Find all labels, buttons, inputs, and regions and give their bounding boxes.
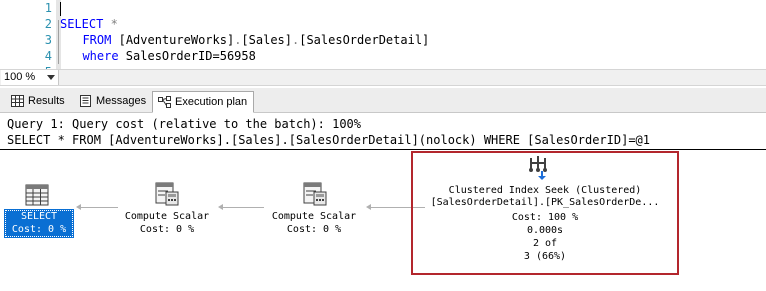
clustered-index-seek-icon — [529, 156, 547, 180]
seek-operator-object: [SalesOrderDetail].[PK_SalesOrderDe... — [430, 197, 660, 208]
code-line-2: SELECT * — [60, 16, 118, 32]
seek-operator-time: 0.000s — [526, 225, 564, 236]
keyword-where: where — [82, 49, 119, 63]
line-number: 4 — [44, 49, 52, 63]
arrow-head — [76, 204, 81, 210]
messages-icon — [80, 95, 91, 107]
compute-scalar-icon — [303, 182, 327, 206]
tab-messages-label: Messages — [96, 95, 147, 107]
code-schema: [Sales] — [241, 33, 292, 47]
select-operator-name: SELECT — [20, 211, 58, 222]
arrow-head — [218, 204, 223, 210]
line-number: 3 — [44, 33, 52, 47]
tab-messages[interactable]: Messages — [74, 91, 152, 112]
keyword-select: SELECT — [60, 17, 104, 31]
query-editor[interactable]: 1 2 3 4 5 SELECT * FROM [AdventureWorks]… — [0, 0, 766, 69]
results-tab-strip: Results Messages Execution plan — [0, 88, 766, 113]
code-star: * — [103, 17, 118, 31]
zoom-dropdown[interactable]: 100 % — [1, 70, 59, 85]
code-table: [SalesOrderDetail] — [299, 33, 430, 47]
compute-scalar-1-cost: Cost: 0 % — [139, 224, 195, 235]
line-number: 1 — [44, 1, 52, 15]
grid-icon — [11, 95, 24, 107]
code-condition: SalesOrderID=56958 — [118, 49, 256, 63]
tab-execution-plan[interactable]: Execution plan — [152, 91, 255, 113]
code-database: [AdventureWorks] — [118, 33, 235, 47]
plan-header: Query 1: Query cost (relative to the bat… — [0, 114, 766, 150]
execution-plan-icon — [158, 96, 171, 108]
seek-operator-rows-actual: 2 of — [532, 238, 558, 249]
code-line-4: where SalesOrderID=56958 — [68, 48, 256, 64]
select-operator-cost: Cost: 0 % — [11, 224, 67, 235]
seek-operator-rows-estimated: 3 (66%) — [523, 251, 567, 262]
arrow-head — [366, 204, 371, 210]
compute-scalar-1-name: Compute Scalar — [124, 211, 210, 222]
data-flow-arrow — [222, 207, 264, 208]
execution-plan-diagram: SELECT Cost: 0 % Compute Scalar Cost: 0 … — [0, 151, 766, 291]
outline-fold-line — [58, 20, 59, 64]
data-flow-arrow — [80, 207, 118, 208]
compute-scalar-2-name: Compute Scalar — [271, 211, 357, 222]
compute-scalar-icon — [155, 182, 179, 206]
compute-scalar-2-cost: Cost: 0 % — [286, 224, 342, 235]
seek-operator-cost: Cost: 100 % — [511, 212, 579, 223]
keyword-from: FROM — [82, 33, 112, 47]
tab-results[interactable]: Results — [6, 91, 71, 112]
zoom-value: 100 % — [4, 71, 36, 83]
query-text-line: SELECT * FROM [AdventureWorks].[Sales].[… — [7, 133, 650, 147]
seek-operator-name: Clustered Index Seek (Clustered) — [448, 185, 642, 196]
zoom-bar: 100 % — [0, 69, 766, 86]
line-number: 2 — [44, 17, 52, 31]
chevron-down-icon — [47, 75, 55, 80]
text-caret — [60, 2, 61, 16]
select-operator-icon — [25, 184, 49, 206]
code-line-3: FROM [AdventureWorks].[Sales].[SalesOrde… — [82, 33, 430, 47]
line-number-gutter: 1 2 3 4 5 — [0, 0, 56, 69]
tab-results-label: Results — [28, 95, 65, 107]
tab-execution-plan-label: Execution plan — [175, 96, 248, 108]
query-cost-line: Query 1: Query cost (relative to the bat… — [7, 117, 362, 131]
